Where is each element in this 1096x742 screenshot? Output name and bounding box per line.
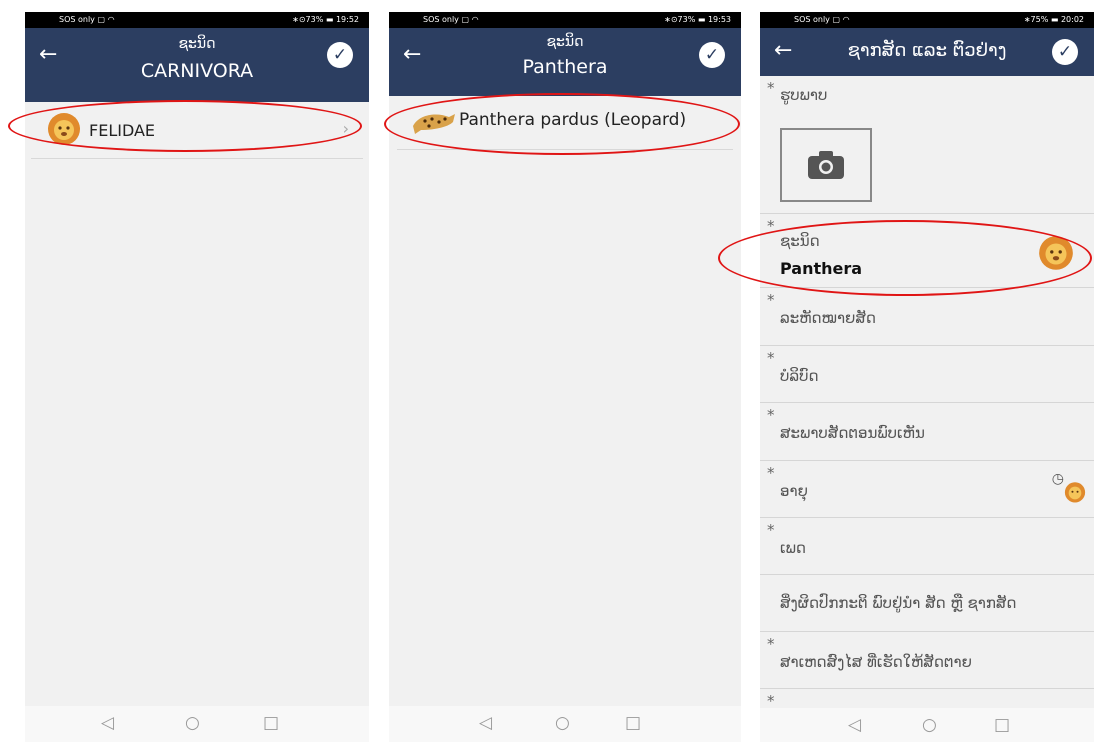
required-marker: * bbox=[767, 79, 775, 97]
field-label: ເພດ bbox=[780, 539, 806, 557]
status-bar: SOS only ▢ ◠ ∗75% ▬ 20:02 bbox=[760, 12, 1094, 28]
form-field[interactable]: ສິ່ງຜິດປົກກະຕິ ພົບຢູ່ນຳ ສັດ ຫຼື ຊາກສັດ bbox=[760, 575, 1094, 632]
field-label: ສິ່ງຜິດປົກກະຕິ ພົບຢູ່ນຳ ສັດ ຫຼື ຊາກສັດ bbox=[780, 594, 1017, 612]
field-label: ອາຍຸ bbox=[780, 482, 808, 500]
status-left: SOS only ▢ ◠ bbox=[794, 15, 850, 24]
check-circle-icon[interactable]: ✓ bbox=[1052, 39, 1078, 65]
status-left: SOS only ▢ ◠ bbox=[423, 15, 479, 24]
field-label: ບໍລິບົດ bbox=[780, 367, 819, 385]
app-bar: ← ຊະນິດ Panthera ✓ bbox=[389, 28, 741, 96]
check-circle-icon[interactable]: ✓ bbox=[699, 42, 725, 68]
nav-home-icon[interactable]: ○ bbox=[922, 715, 937, 735]
form-field[interactable]: * ເພດ bbox=[760, 518, 1094, 575]
form-field[interactable]: * ສະພາບສັດຕອນພົບເຫັນ bbox=[760, 403, 1094, 461]
required-marker: * bbox=[767, 349, 775, 367]
status-right: ∗75% ▬ 20:02 bbox=[1023, 15, 1084, 24]
field-label: ລະຫັດໝາຍສັດ bbox=[780, 309, 876, 327]
nav-back-icon[interactable]: ◁ bbox=[848, 715, 861, 735]
header-label: ຊະນິດ bbox=[178, 36, 216, 52]
nav-bar: ◁ ○ □ bbox=[25, 706, 369, 742]
nav-recents-icon[interactable]: □ bbox=[263, 713, 279, 733]
field-label: ຮູບພາບ bbox=[780, 86, 828, 104]
app-bar: ← ຊະນິດ CARNIVORA ✓ bbox=[25, 28, 369, 102]
camera-icon bbox=[808, 151, 844, 179]
header-label: ຊະນິດ bbox=[546, 34, 584, 50]
header-title: CARNIVORA bbox=[140, 60, 254, 82]
screen-carcass-form: SOS only ▢ ◠ ∗75% ▬ 20:02 ← ຊາກສັດ ແລະ ຕ… bbox=[760, 12, 1094, 742]
status-bar: SOS only ▢ ◠ ∗⊙73% ▬ 19:52 bbox=[25, 12, 369, 28]
nav-bar: ◁ ○ □ bbox=[389, 706, 741, 742]
nav-back-icon[interactable]: ◁ bbox=[479, 713, 492, 733]
status-left: SOS only ▢ ◠ bbox=[59, 15, 115, 24]
camera-button[interactable] bbox=[780, 128, 872, 202]
highlight-oval bbox=[718, 220, 1092, 296]
required-marker: * bbox=[767, 521, 775, 539]
header-title: Panthera bbox=[522, 56, 608, 78]
app-bar: ← ຊາກສັດ ແລະ ຕົວຢ່າງ ✓ bbox=[760, 28, 1094, 76]
nav-home-icon[interactable]: ○ bbox=[185, 713, 200, 733]
form-field[interactable]: * ສາເຫດສົງໄສ ທີ່ເຮັດໃຫ້ສັດຕາຍ bbox=[760, 632, 1094, 689]
highlight-oval bbox=[8, 100, 362, 152]
nav-recents-icon[interactable]: □ bbox=[994, 715, 1010, 735]
status-right: ∗⊙73% ▬ 19:52 bbox=[292, 15, 359, 24]
field-label: ສະພາບສັດຕອນພົບເຫັນ bbox=[780, 424, 925, 442]
status-right: ∗⊙73% ▬ 19:53 bbox=[664, 15, 731, 24]
required-marker: * bbox=[767, 291, 775, 309]
header-title: ຊາກສັດ ແລະ ຕົວຢ່າງ bbox=[847, 40, 1007, 61]
required-marker: * bbox=[767, 464, 775, 482]
required-marker: * bbox=[767, 406, 775, 424]
highlight-oval bbox=[384, 93, 740, 155]
nav-recents-icon[interactable]: □ bbox=[625, 713, 641, 733]
required-marker: * bbox=[767, 635, 775, 653]
form-field[interactable]: * ລະຫັດໝາຍສັດ bbox=[760, 288, 1094, 346]
field-label: ສາເຫດສົງໄສ ທີ່ເຮັດໃຫ້ສັດຕາຍ bbox=[780, 653, 972, 671]
form-field[interactable]: * ອາຍຸ ◷ bbox=[760, 461, 1094, 518]
form-field[interactable]: * ບໍລິບົດ bbox=[760, 346, 1094, 403]
check-circle-icon[interactable]: ✓ bbox=[327, 42, 353, 68]
nav-back-icon[interactable]: ◁ bbox=[101, 713, 114, 733]
status-bar: SOS only ▢ ◠ ∗⊙73% ▬ 19:53 bbox=[389, 12, 741, 28]
clock-icon[interactable]: ◷ bbox=[1052, 471, 1064, 487]
nav-bar: ◁ ○ □ bbox=[760, 708, 1094, 742]
nav-home-icon[interactable]: ○ bbox=[555, 713, 570, 733]
photo-field: * ຮູບພາບ bbox=[760, 76, 1094, 214]
lion-icon bbox=[1064, 482, 1086, 503]
